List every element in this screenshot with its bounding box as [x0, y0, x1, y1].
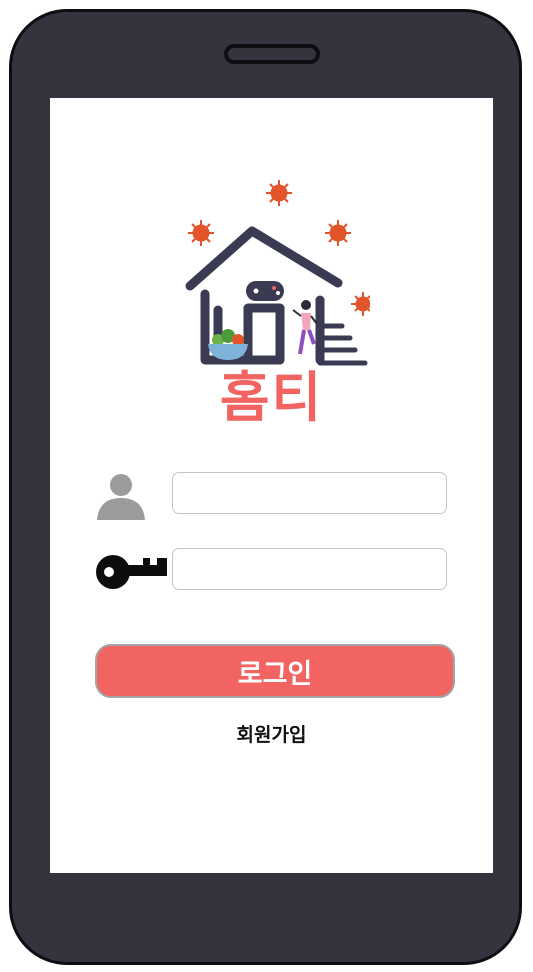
user-icon [97, 474, 145, 520]
virus-icon [188, 220, 214, 246]
signup-link[interactable]: 회원가입 [50, 720, 493, 747]
password-field-row [95, 548, 455, 592]
exercising-person-icon [292, 300, 318, 355]
virus-icon [351, 292, 370, 316]
key-icon [96, 555, 167, 589]
id-input[interactable] [172, 472, 447, 514]
password-input[interactable] [172, 548, 447, 590]
speaker-slot [224, 44, 320, 64]
virus-icon [325, 220, 351, 246]
game-controller-icon [246, 281, 284, 301]
virus-icon [266, 180, 292, 206]
id-field-row [95, 472, 455, 520]
app-screen: 홈티 로그인 회원가입 [50, 98, 493, 873]
phone-frame: 홈티 로그인 회원가입 [9, 9, 522, 965]
login-button[interactable]: 로그인 [95, 644, 455, 698]
brand-title: 홈티 [219, 366, 324, 429]
